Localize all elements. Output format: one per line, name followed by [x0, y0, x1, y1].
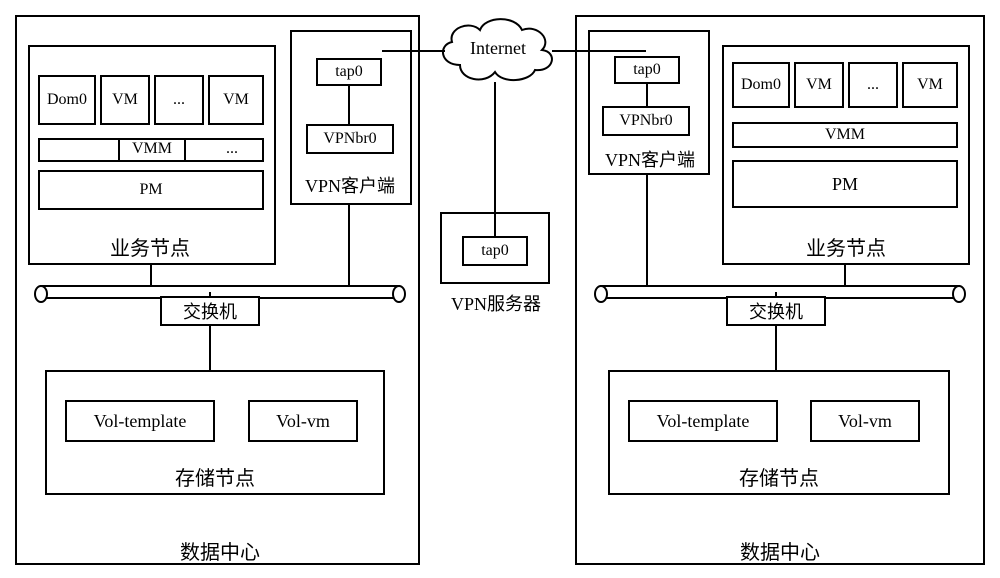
right-vpn-br: VPNbr0	[602, 106, 690, 136]
left-biz-to-pipe	[150, 265, 152, 285]
left-pipe-to-switch	[209, 292, 211, 296]
left-vmm-dots: ...	[212, 140, 252, 158]
left-biz-dom0-label: Dom0	[47, 91, 87, 109]
left-vmm-label: VMM	[126, 140, 178, 158]
right-vol-vm-label: Vol-vm	[838, 411, 892, 432]
right-vol-tpl-label: Vol-template	[657, 411, 750, 432]
left-vpn-to-cloud	[382, 50, 418, 52]
left-switch-label: 交换机	[183, 298, 237, 324]
left-vol-tpl: Vol-template	[65, 400, 215, 442]
right-dc-label: 数据中心	[720, 536, 840, 565]
left-biz-dots-label: ...	[173, 91, 185, 109]
right-biz-vm2-label: VM	[917, 76, 943, 94]
right-pipe-to-switch	[775, 292, 777, 296]
right-biz-vmm-label: VMM	[825, 126, 865, 144]
right-vol-tpl: Vol-template	[628, 400, 778, 442]
right-biz-vmm: VMM	[732, 122, 958, 148]
left-vpn-label: VPN客户端	[300, 172, 400, 198]
right-vpn-tap-label: tap0	[633, 61, 661, 79]
right-vpn-to-pipe	[646, 175, 648, 285]
internet-label: Internet	[458, 38, 538, 59]
left-vmm-div1	[118, 138, 120, 162]
right-vol-vm: Vol-vm	[810, 400, 920, 442]
left-vpn-br: VPNbr0	[306, 124, 394, 154]
left-biz-dom0: Dom0	[38, 75, 96, 125]
left-dc-label: 数据中心	[160, 536, 280, 565]
left-biz-dots: ...	[154, 75, 204, 125]
left-vpn-to-pipe	[348, 205, 350, 285]
right-biz-pm-label: PM	[832, 174, 858, 195]
left-switch-box: 交换机	[160, 296, 260, 326]
vpn-server-outline	[440, 212, 550, 284]
right-vpn-br-label: VPNbr0	[619, 112, 672, 130]
right-biz-dots: ...	[848, 62, 898, 108]
left-switch-to-storage	[209, 326, 211, 370]
right-switch-label: 交换机	[749, 298, 803, 324]
left-vpn-tap: tap0	[316, 58, 382, 86]
right-vpn-label: VPN客户端	[600, 146, 700, 172]
right-biz-dom0-label: Dom0	[741, 76, 781, 94]
left-biz-vm2: VM	[208, 75, 264, 125]
left-biz-pm-label: PM	[139, 181, 162, 199]
right-biz-vm1-label: VM	[806, 76, 832, 94]
right-biz-pm: PM	[732, 160, 958, 208]
right-biz-vm1: VM	[794, 62, 844, 108]
left-vpn-vline	[348, 86, 350, 124]
left-biz-vm1-label: VM	[112, 91, 138, 109]
left-biz-pm: PM	[38, 170, 264, 210]
left-storage-label: 存储节点	[160, 462, 270, 491]
right-biz-to-pipe	[844, 265, 846, 285]
left-biz-vm1: VM	[100, 75, 150, 125]
left-vol-vm-label: Vol-vm	[276, 411, 330, 432]
left-vmm-div2	[184, 138, 186, 162]
right-biz-label: 业务节点	[796, 232, 896, 261]
left-vpn-br-label: VPNbr0	[323, 130, 376, 148]
right-vpn-vline	[646, 84, 648, 106]
right-storage-label: 存储节点	[724, 462, 834, 491]
left-biz-label: 业务节点	[100, 232, 200, 261]
right-biz-vm2: VM	[902, 62, 958, 108]
left-vol-tpl-label: Vol-template	[94, 411, 187, 432]
right-biz-dots-label: ...	[867, 76, 879, 94]
left-vol-vm: Vol-vm	[248, 400, 358, 442]
left-biz-vm2-label: VM	[223, 91, 249, 109]
right-biz-dom0: Dom0	[732, 62, 790, 108]
right-vpn-tap: tap0	[614, 56, 680, 84]
vpn-server-label: VPN服务器	[446, 290, 546, 316]
right-switch-to-storage	[775, 326, 777, 370]
left-vpn-tap-label: tap0	[335, 63, 363, 81]
right-switch-box: 交换机	[726, 296, 826, 326]
